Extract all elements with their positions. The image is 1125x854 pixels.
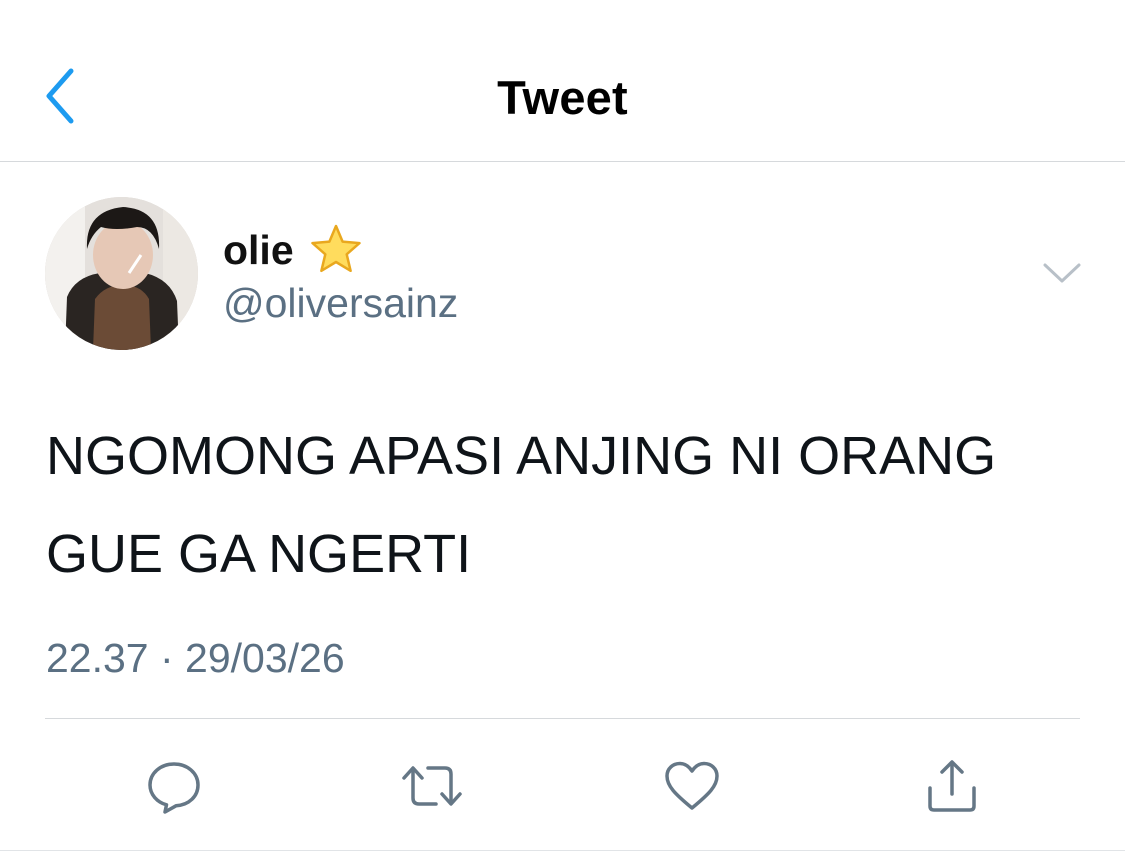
bottom-divider — [0, 850, 1125, 851]
tweet-card: olie @oliversainz NGOMONG APASI ANJING N… — [0, 162, 1125, 854]
chevron-down-icon — [1043, 263, 1081, 283]
tweet-options-button[interactable] — [1040, 258, 1084, 288]
tweet-timestamp[interactable]: 22.37 · 29/03/26 — [46, 635, 345, 682]
retweet-button[interactable] — [400, 754, 464, 818]
tweet-text-line: GUE GA NGERTI — [46, 524, 472, 584]
star-emoji-icon — [310, 224, 361, 273]
heart-icon — [665, 761, 719, 810]
share-icon — [928, 760, 976, 812]
retweet-icon — [402, 766, 462, 806]
top-nav-bar: Tweet — [0, 0, 1125, 162]
share-button[interactable] — [920, 754, 984, 818]
divider — [45, 718, 1080, 719]
avatar[interactable] — [45, 197, 198, 350]
reply-icon — [148, 762, 200, 814]
user-handle[interactable]: @oliversainz — [223, 280, 458, 327]
like-button[interactable] — [660, 754, 724, 818]
avatar-photo — [45, 197, 198, 350]
author-name-row: olie — [223, 222, 364, 278]
display-name[interactable]: olie — [223, 227, 294, 274]
tweet-text: NGOMONG APASI ANJING NI ORANG GUE GA NGE… — [46, 407, 1096, 603]
reply-button[interactable] — [142, 754, 206, 818]
page-title: Tweet — [497, 71, 628, 124]
tweet-text-line: NGOMONG APASI ANJING NI ORANG — [46, 426, 997, 486]
